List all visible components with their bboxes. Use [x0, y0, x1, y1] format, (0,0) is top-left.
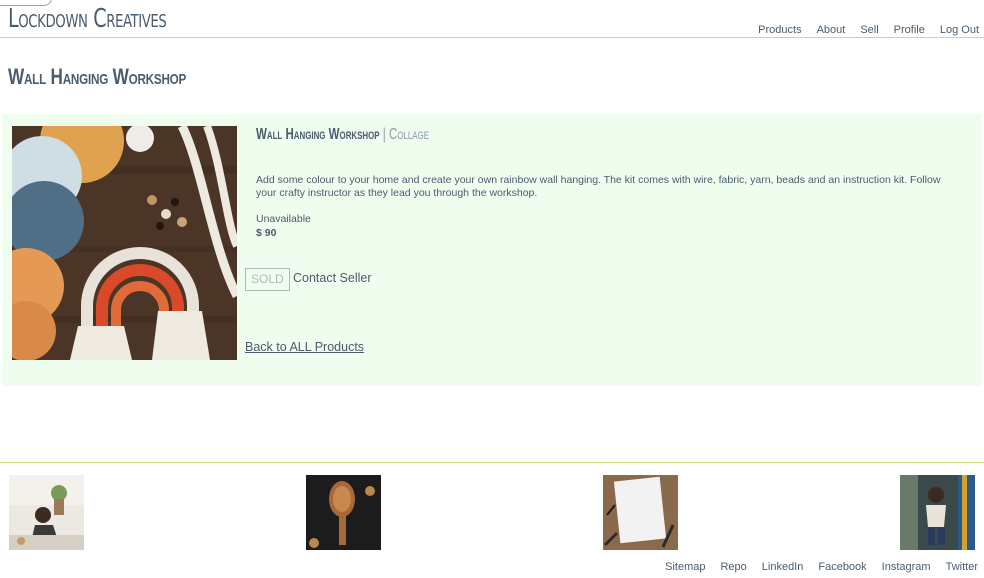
nav-sell[interactable]: Sell	[860, 24, 878, 36]
nav-profile[interactable]: Profile	[894, 24, 925, 36]
footer-thumb-1[interactable]	[9, 475, 84, 550]
footer-link-linkedin[interactable]: LinkedIn	[762, 561, 804, 573]
site-header: Lockdown Creatives Products About Sell P…	[0, 0, 984, 38]
page-title: Wall Hanging Workshop	[8, 64, 187, 89]
footer-thumb-4[interactable]	[900, 475, 975, 550]
product-name: Wall Hanging Workshop	[256, 126, 380, 143]
nav-logout[interactable]: Log Out	[940, 24, 979, 36]
nav-products[interactable]: Products	[758, 24, 801, 36]
main-nav: Products About Sell Profile Log Out	[758, 24, 979, 36]
footer-link-sitemap[interactable]: Sitemap	[665, 561, 705, 573]
product-title: Wall Hanging Workshop | Collage	[256, 126, 429, 144]
contact-seller-button[interactable]: Contact Seller	[293, 271, 372, 285]
footer-link-facebook[interactable]: Facebook	[818, 561, 866, 573]
product-category: Collage	[388, 126, 430, 143]
product-description: Add some colour to your home and create …	[256, 174, 941, 199]
brand-logo[interactable]: Lockdown Creatives	[8, 4, 167, 34]
nav-about[interactable]: About	[817, 24, 846, 36]
back-to-products-link[interactable]: Back to ALL Products	[245, 340, 364, 354]
sold-button[interactable]: SOLD	[245, 268, 290, 291]
footer-divider	[0, 462, 984, 463]
availability-status: Unavailable	[256, 213, 311, 225]
footer-link-twitter[interactable]: Twitter	[946, 561, 978, 573]
product-panel: Wall Hanging Workshop | Collage Add some…	[2, 114, 982, 386]
footer-nav: Sitemap Repo LinkedIn Facebook Instagram…	[665, 561, 978, 573]
footer-link-instagram[interactable]: Instagram	[882, 561, 931, 573]
product-image	[12, 126, 237, 360]
footer-thumb-3[interactable]	[603, 475, 678, 550]
product-price: $ 90	[256, 227, 277, 239]
footer-link-repo[interactable]: Repo	[720, 561, 746, 573]
footer-thumb-2[interactable]	[306, 475, 381, 550]
title-separator: |	[382, 126, 386, 143]
